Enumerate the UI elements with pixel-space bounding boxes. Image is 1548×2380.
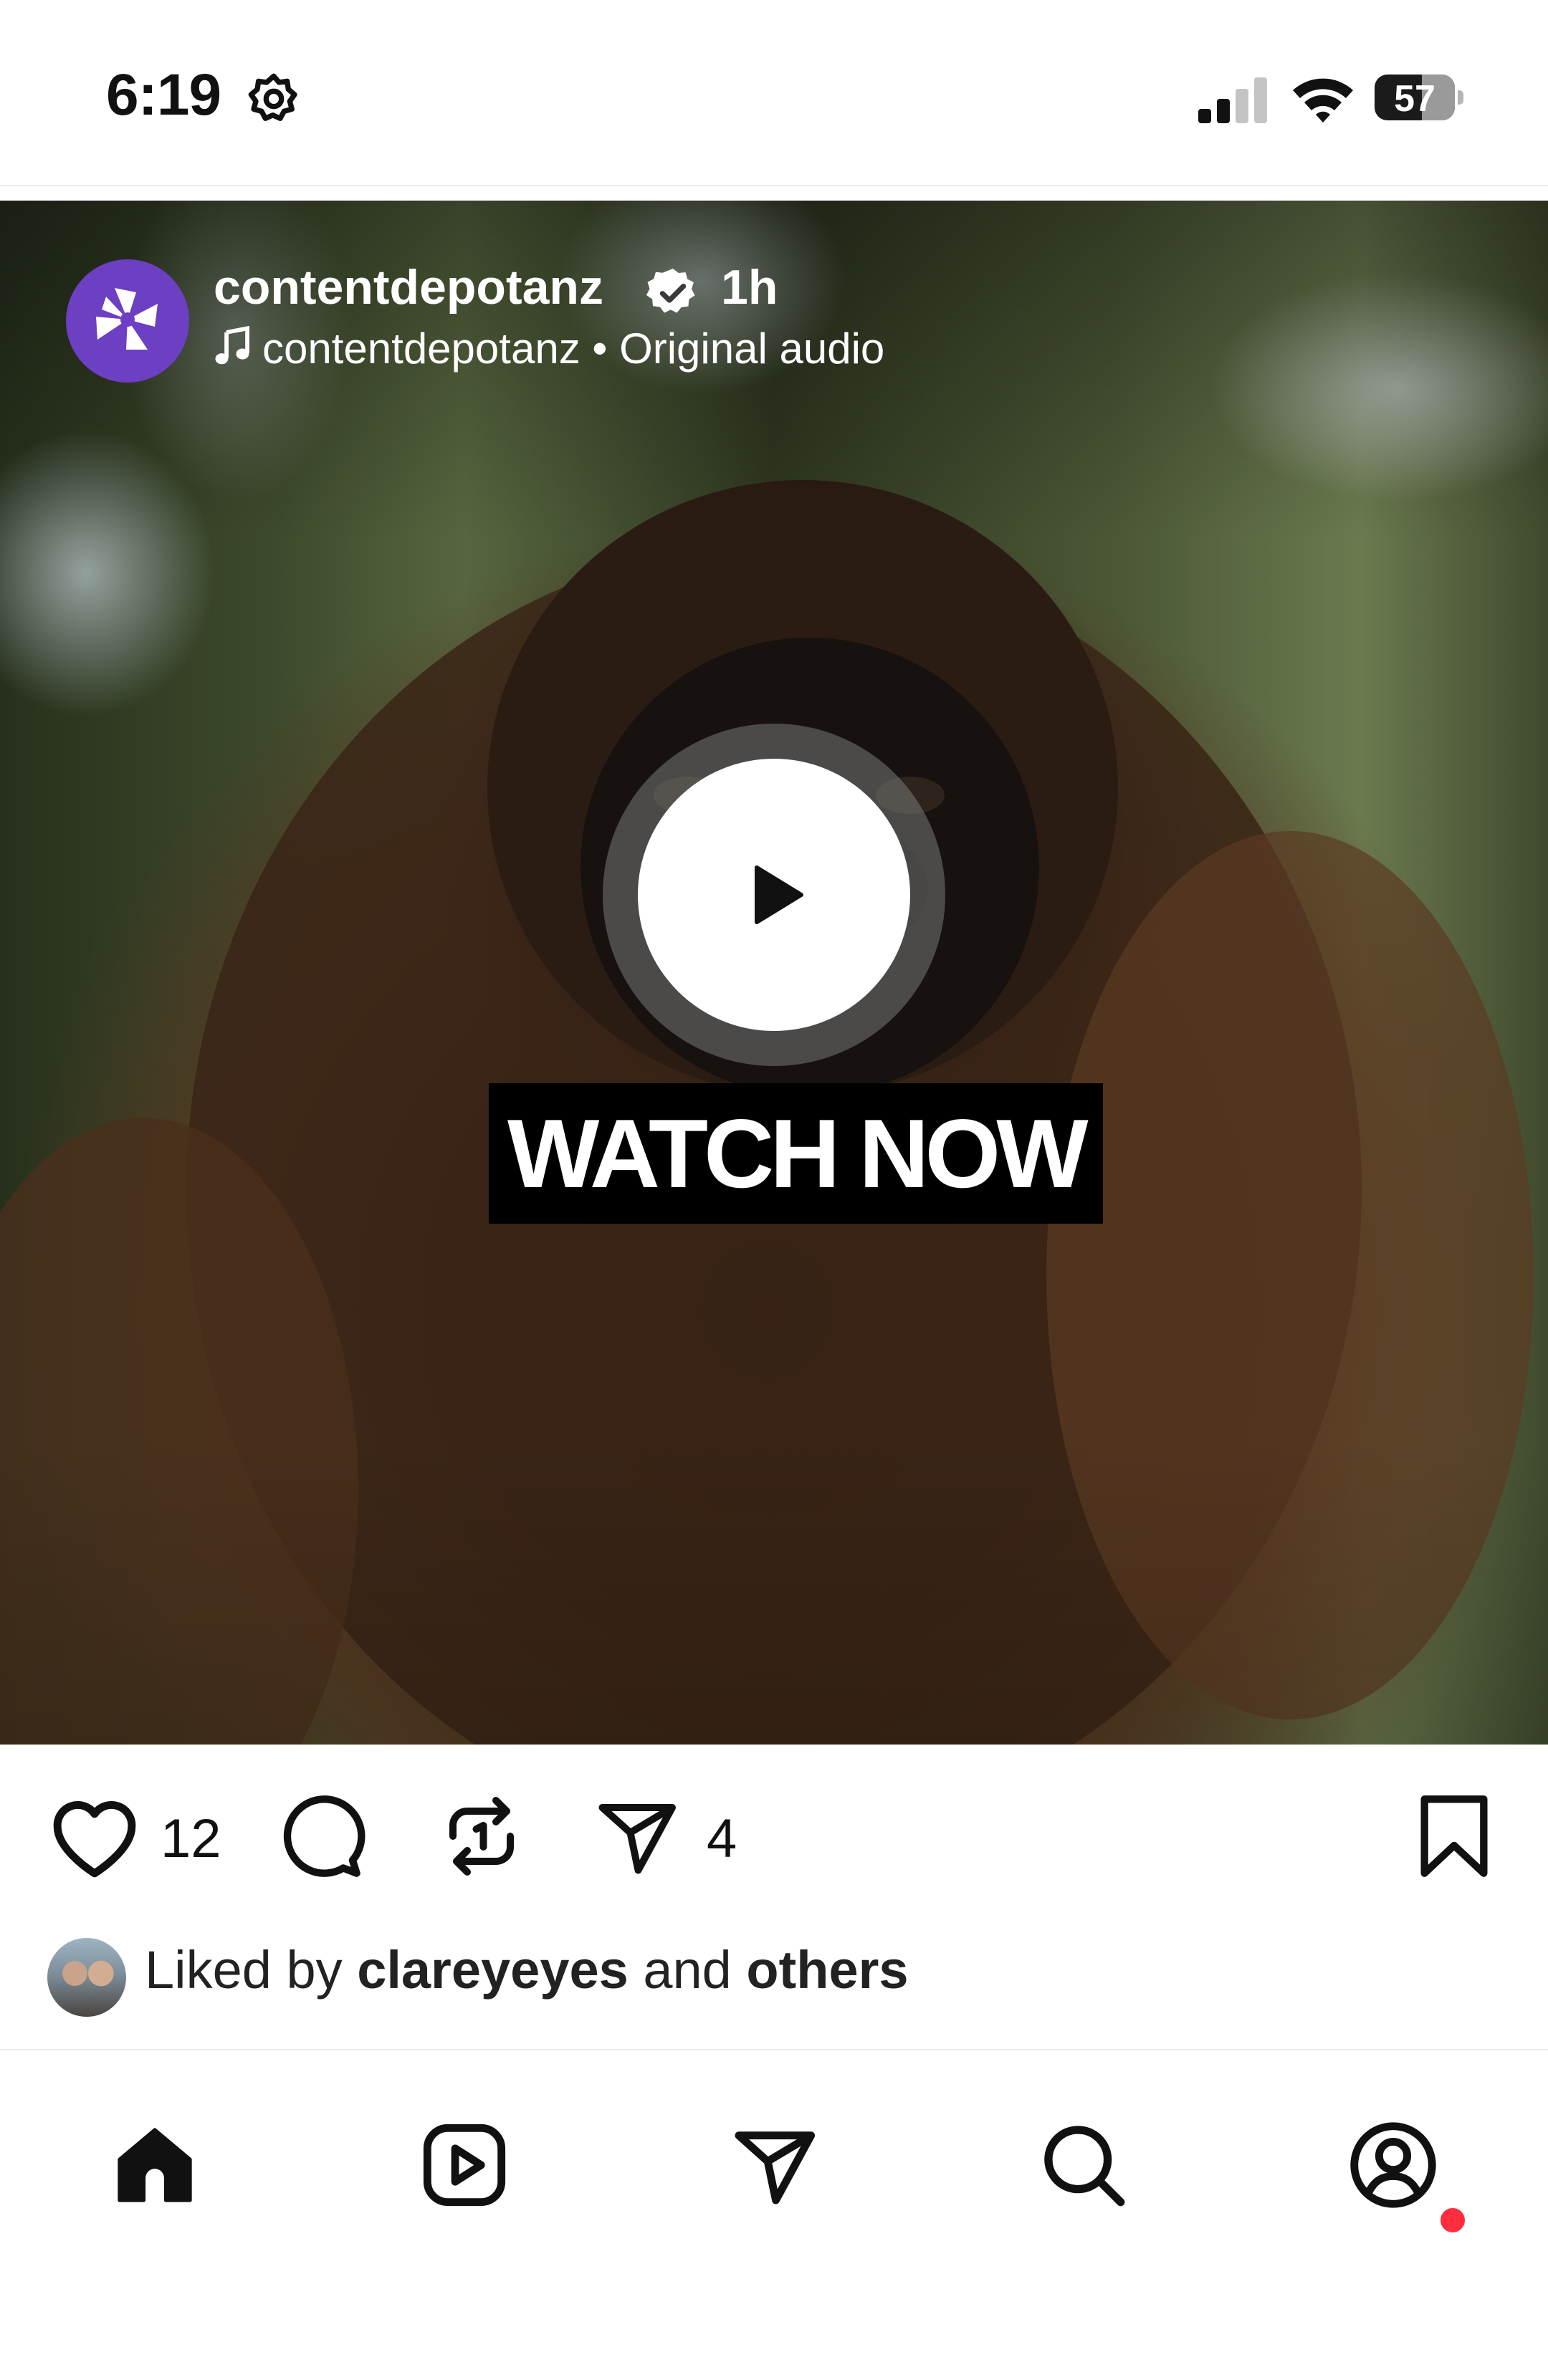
settings-gear-icon xyxy=(245,70,302,131)
nav-home[interactable] xyxy=(83,2093,226,2237)
liked-by-prefix: Liked by xyxy=(145,1940,343,2000)
header-divider xyxy=(0,185,1548,186)
send-icon[interactable] xyxy=(592,1793,681,1883)
heart-icon[interactable] xyxy=(47,1793,142,1883)
profile-icon xyxy=(1350,2122,1436,2208)
share-count: 4 xyxy=(707,1808,737,1869)
like-count: 12 xyxy=(161,1808,221,1869)
post-video[interactable]: contentdepotanz 1h contentdepotanz • Ori… xyxy=(0,201,1548,1745)
wifi-icon xyxy=(1290,75,1356,127)
nav-search[interactable] xyxy=(1012,2093,1155,2237)
liked-by-middle: and xyxy=(643,1940,732,2000)
bottom-nav xyxy=(0,2050,1548,2380)
send-icon xyxy=(735,2131,816,2204)
music-note-icon xyxy=(214,325,252,378)
liked-by-user[interactable]: clareyeyes xyxy=(357,1940,629,2000)
bookmark-icon[interactable] xyxy=(1415,1792,1494,1884)
liked-by-others[interactable]: others xyxy=(746,1940,908,2000)
battery-icon: 57 xyxy=(1375,75,1466,120)
audio-separator: • xyxy=(592,325,608,373)
play-icon xyxy=(755,865,803,924)
battery-level: 57 xyxy=(1394,78,1435,120)
home-icon xyxy=(118,2128,192,2202)
status-time: 6:19 xyxy=(106,62,221,128)
play-button[interactable] xyxy=(638,759,910,1031)
watch-now-overlay: WATCH NOW xyxy=(489,1083,1103,1224)
status-bar: 6:19 57 xyxy=(0,0,1548,185)
repost-icon[interactable] xyxy=(439,1793,525,1883)
post-time: 1h xyxy=(721,260,778,315)
audio-title: Original audio xyxy=(619,325,885,373)
comment-icon[interactable] xyxy=(277,1792,366,1884)
post-actions: 12 4 Liked by clareyeyes and others xyxy=(0,1745,1548,2053)
cellular-signal-icon xyxy=(1198,77,1270,127)
audio-user: contentdepotanz xyxy=(262,325,580,373)
reels-icon xyxy=(423,2124,506,2207)
post-username[interactable]: contentdepotanz xyxy=(214,259,603,315)
nav-profile[interactable] xyxy=(1322,2093,1469,2237)
liked-by-text[interactable]: Liked by clareyeyes and others xyxy=(145,1939,909,2000)
nav-reels[interactable] xyxy=(393,2093,536,2237)
audio-row[interactable]: contentdepotanz • Original audio xyxy=(214,324,884,378)
pinwheel-logo-icon xyxy=(96,288,158,350)
notification-dot xyxy=(1436,2204,1469,2237)
liker-avatar[interactable] xyxy=(47,1938,126,2017)
verified-badge-icon xyxy=(645,265,701,325)
account-avatar[interactable] xyxy=(66,259,189,383)
search-icon xyxy=(1044,2126,1125,2207)
nav-messages[interactable] xyxy=(702,2093,846,2237)
